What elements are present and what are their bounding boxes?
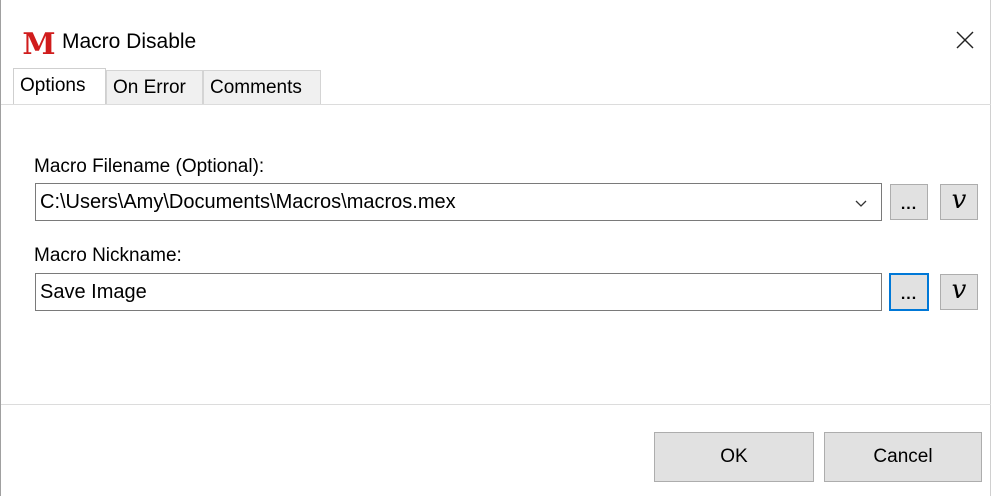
window-title: Macro Disable — [62, 30, 197, 53]
nickname-browse-button[interactable]: ... — [889, 273, 929, 311]
tab-on-error[interactable]: On Error — [106, 70, 203, 104]
nickname-value: Save Image — [40, 281, 147, 303]
macro-app-icon: M — [22, 27, 55, 62]
variable-icon: v — [951, 275, 967, 305]
nickname-variable-button[interactable]: v — [940, 274, 978, 310]
tab-options[interactable]: Options — [13, 68, 106, 104]
title-bar: M Macro Disable — [1, 0, 991, 80]
nickname-input[interactable]: Save Image — [35, 273, 882, 311]
macro-disable-dialog: M Macro Disable Options On Error Comment… — [0, 0, 991, 496]
chevron-down-icon[interactable] — [855, 197, 867, 209]
cancel-button[interactable]: Cancel — [824, 432, 982, 482]
tab-divider — [1, 104, 991, 105]
filename-variable-button[interactable]: v — [940, 184, 978, 220]
svg-text:M: M — [23, 28, 55, 58]
variable-icon: v — [951, 185, 967, 215]
close-button[interactable] — [947, 22, 983, 58]
nickname-label: Macro Nickname: — [34, 245, 182, 266]
filename-browse-button[interactable]: ... — [890, 184, 928, 220]
ok-button[interactable]: OK — [654, 432, 814, 482]
filename-combobox[interactable]: C:\Users\Amy\Documents\Macros\macros.mex — [35, 183, 882, 221]
close-icon — [956, 31, 974, 49]
filename-value: C:\Users\Amy\Documents\Macros\macros.mex — [40, 191, 456, 213]
footer-divider — [1, 404, 991, 405]
tab-comments[interactable]: Comments — [203, 70, 321, 104]
filename-label: Macro Filename (Optional): — [34, 156, 265, 177]
